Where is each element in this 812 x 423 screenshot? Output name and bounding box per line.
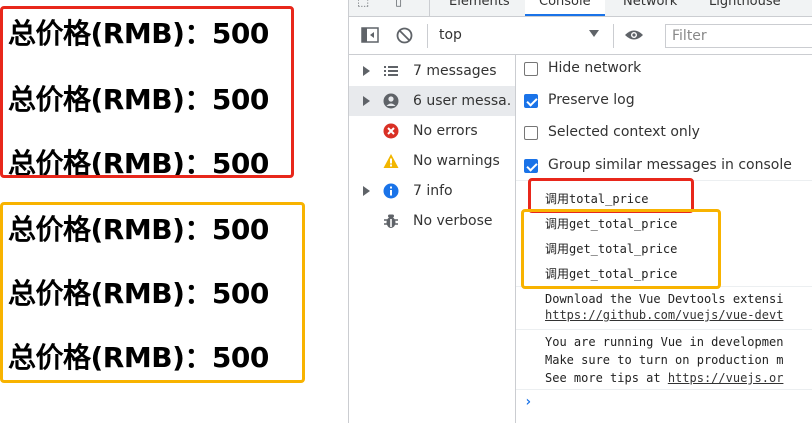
console-toolbar: top Filter bbox=[349, 17, 812, 55]
clear-console-icon[interactable] bbox=[396, 27, 413, 44]
tab-network[interactable]: Network bbox=[623, 0, 677, 9]
devtools-tabbar: ⬚ ▯ Elements Console Network Lighthouse bbox=[349, 0, 812, 17]
group-similar-label: Group similar messages in console bbox=[548, 157, 792, 173]
yellow-log-highlight-box bbox=[521, 209, 721, 289]
expand-arrow-icon[interactable] bbox=[363, 66, 370, 76]
tab-lighthouse[interactable]: Lighthouse bbox=[709, 0, 781, 9]
error-icon bbox=[383, 123, 399, 139]
sidebar-toggle-icon[interactable] bbox=[361, 27, 379, 43]
list-icon bbox=[384, 66, 398, 76]
sidebar-item-verbose[interactable]: No verbose bbox=[349, 206, 515, 236]
bug-icon bbox=[384, 214, 398, 228]
red-highlight-box bbox=[0, 6, 294, 178]
expand-arrow-icon[interactable] bbox=[363, 186, 370, 196]
chevron-down-icon[interactable] bbox=[589, 30, 599, 37]
sidebar-item-messages[interactable]: 7 messages bbox=[349, 56, 515, 86]
expand-arrow-icon[interactable] bbox=[363, 96, 370, 106]
selected-context-checkbox[interactable] bbox=[524, 126, 538, 140]
user-icon bbox=[383, 93, 399, 109]
sidebar-item-info[interactable]: 7 info bbox=[349, 176, 515, 206]
console-sidebar: 7 messages 6 user messa... No errors No … bbox=[349, 55, 516, 423]
vue-page: 总价格(RMB)：500 总价格(RMB)：500 总价格(RMB)：500 总… bbox=[0, 0, 348, 423]
sidebar-item-user-messages[interactable]: 6 user messa... bbox=[349, 86, 515, 116]
selected-context-label: Selected context only bbox=[548, 124, 700, 140]
eye-icon[interactable] bbox=[624, 28, 644, 42]
preserve-log-checkbox[interactable] bbox=[524, 94, 538, 108]
device-icon[interactable]: ▯ bbox=[395, 0, 402, 9]
vue-tips-link[interactable]: https://vuejs.or bbox=[668, 371, 784, 385]
console-prompt[interactable]: › bbox=[524, 394, 532, 410]
console-log-row[interactable]: Download the Vue Devtools extensi https:… bbox=[516, 292, 812, 328]
warning-icon bbox=[383, 154, 399, 168]
tab-elements[interactable]: Elements bbox=[449, 0, 510, 9]
hide-network-label: Hide network bbox=[548, 60, 642, 76]
vue-devtools-link[interactable]: https://github.com/vuejs/vue-devt bbox=[545, 308, 783, 322]
inspect-icon[interactable]: ⬚ bbox=[357, 0, 369, 9]
filter-input[interactable]: Filter bbox=[665, 24, 812, 48]
red-log-highlight-box bbox=[528, 178, 694, 213]
yellow-highlight-box bbox=[0, 202, 305, 383]
group-similar-checkbox[interactable] bbox=[524, 159, 538, 173]
sidebar-item-warnings[interactable]: No warnings bbox=[349, 146, 515, 176]
console-log-row[interactable]: You are running Vue in developmen Make s… bbox=[516, 335, 812, 389]
hide-network-checkbox[interactable] bbox=[524, 62, 538, 76]
preserve-log-label: Preserve log bbox=[548, 92, 635, 108]
context-selector[interactable]: top bbox=[439, 27, 462, 43]
sidebar-item-errors[interactable]: No errors bbox=[349, 116, 515, 146]
info-icon bbox=[383, 183, 399, 199]
tab-console[interactable]: Console bbox=[525, 0, 605, 16]
